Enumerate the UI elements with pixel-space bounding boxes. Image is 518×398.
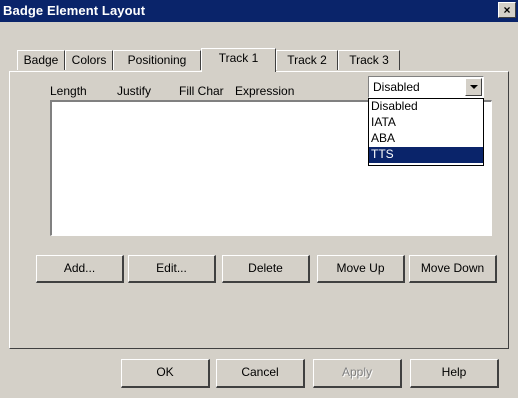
edit-button-label: Edit... [156,261,187,275]
delete-button[interactable]: Delete [222,255,310,283]
tab-label: Track 1 [218,51,259,65]
tab-positioning[interactable]: Positioning [113,50,201,70]
delete-button-label: Delete [248,261,283,275]
track-mode-dropdown-list[interactable]: Disabled IATA ABA TTS [368,98,484,166]
cancel-button-label: Cancel [241,365,279,379]
chevron-down-icon [470,85,478,89]
title-bar: Badge Element Layout × [0,0,518,22]
apply-button-label: Apply [341,365,373,379]
window-title: Badge Element Layout [3,3,146,18]
dropdown-option-iata[interactable]: IATA [369,115,483,131]
ok-button-label: OK [156,365,174,379]
close-button[interactable]: × [498,2,516,18]
add-button-label: Add... [63,261,96,275]
ok-button[interactable]: OK [121,359,210,388]
dropdown-option-disabled[interactable]: Disabled [369,99,483,115]
tab-label: Track 3 [349,53,389,67]
tab-badge[interactable]: Badge [17,50,65,70]
edit-button[interactable]: Edit... [128,255,216,283]
tab-track-1[interactable]: Track 1 [201,48,276,72]
help-button[interactable]: Help [410,359,499,388]
tab-label: Badge [23,53,59,67]
column-header-length: Length [50,84,87,98]
tab-track-2[interactable]: Track 2 [276,50,338,70]
add-button[interactable]: Add... [36,255,124,283]
apply-button[interactable]: Apply [313,359,402,388]
tab-label: Colors [71,53,107,67]
help-button-label: Help [441,365,467,379]
column-header-expression: Expression [235,84,295,98]
track-mode-value: Disabled [373,80,420,94]
move-down-button-label: Move Down [420,261,485,275]
column-header-justify: Justify [117,84,152,98]
dropdown-arrow-button[interactable] [465,78,482,96]
move-down-button[interactable]: Move Down [409,255,497,283]
cancel-button[interactable]: Cancel [216,359,305,388]
track-mode-select[interactable]: Disabled [368,76,484,98]
move-up-button-label: Move Up [336,261,385,275]
move-up-button[interactable]: Move Up [317,255,405,283]
close-icon: × [503,3,511,17]
tab-track-3[interactable]: Track 3 [338,50,400,70]
dropdown-option-tts[interactable]: TTS [369,147,483,163]
tab-label: Track 2 [287,53,327,67]
column-header-fill-char: Fill Char [179,84,224,98]
tab-label: Positioning [127,53,187,67]
tab-colors[interactable]: Colors [65,50,113,70]
dropdown-option-aba[interactable]: ABA [369,131,483,147]
